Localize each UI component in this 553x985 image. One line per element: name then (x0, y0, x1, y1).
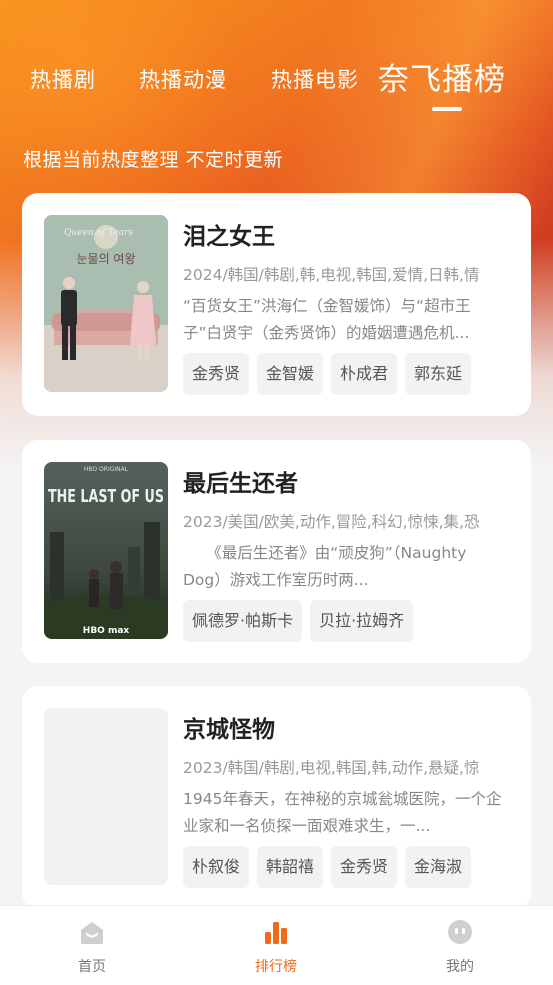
nav-home-label: 首页 (78, 959, 106, 975)
nav-profile[interactable]: 我的 (410, 918, 510, 976)
nav-home[interactable]: 首页 (42, 918, 142, 976)
show-description: 1945年春天，在神秘的京城瓮城医院，一个企业家和一名侦探一面艰难求生，一... (183, 790, 502, 835)
tab-hot-anime[interactable]: 热播动漫 (139, 64, 227, 94)
tab-hot-drama[interactable]: 热播剧 (30, 64, 96, 94)
show-card[interactable]: 눈물의 여왕 Queen of Tears 泪之女王 2024/韩国/韩剧,韩,… (22, 193, 531, 416)
bottom-navigation: 首页 排行榜 我的 (0, 905, 553, 985)
poster-image: HBO ORIGINAL THE LAST OF US HBO max (44, 462, 168, 639)
show-title: 泪之女王 (183, 224, 275, 250)
poster-brand-bottom: HBO max (83, 626, 130, 636)
show-meta: 2023/韩国/韩剧,电视,韩国,韩,动作,悬疑,惊 (183, 759, 480, 777)
cast-tags: 朴叙俊 韩韶禧 金秀贤 金海淑 (183, 846, 472, 888)
show-title: 最后生还者 (183, 471, 298, 497)
cast-tag[interactable]: 金秀贤 (331, 846, 398, 888)
poster-placeholder (44, 708, 168, 885)
poster-brand-top: HBO ORIGINAL (84, 466, 129, 473)
nav-ranking-label: 排行榜 (255, 959, 297, 975)
cast-tag[interactable]: 金秀贤 (183, 353, 250, 395)
show-card[interactable]: HBO ORIGINAL THE LAST OF US HBO max 最后生还… (22, 440, 531, 663)
show-description: 《最后生还者》由“顽皮狗”（Naughty Dog）游戏工作室历时两... (183, 544, 467, 589)
cast-tag[interactable]: 朴叙俊 (183, 846, 250, 888)
nav-ranking[interactable]: 排行榜 (226, 918, 326, 976)
poster-logo-text: Queen of Tears (64, 228, 133, 238)
cast-tag[interactable]: 朴成君 (331, 353, 398, 395)
poster-title-text: THE LAST OF US (48, 486, 164, 507)
cast-tags: 金秀贤 金智媛 朴成君 郭东延 (183, 353, 472, 395)
nav-profile-label: 我的 (446, 959, 474, 975)
ranking-icon (265, 922, 287, 944)
active-tab-indicator (432, 107, 462, 111)
cast-tags: 佩德罗·帕斯卡 贝拉·拉姆齐 (183, 600, 414, 642)
ranking-subtitle: 根据当前热度整理 不定时更新 (23, 149, 284, 171)
profile-icon (448, 920, 472, 944)
cast-tag[interactable]: 金智媛 (257, 353, 324, 395)
show-meta: 2023/美国/欧美,动作,冒险,科幻,惊悚,集,恐 (183, 513, 480, 531)
show-title: 京城怪物 (183, 717, 275, 743)
show-card[interactable]: 京城怪物 2023/韩国/韩剧,电视,韩国,韩,动作,悬疑,惊 1945年春天，… (22, 686, 531, 909)
cast-tag[interactable]: 韩韶禧 (257, 846, 324, 888)
show-meta: 2024/韩国/韩剧,韩,电视,韩国,爱情,日韩,情 (183, 266, 480, 284)
home-icon (81, 922, 103, 944)
cast-tag[interactable]: 金海淑 (405, 846, 472, 888)
poster-title-text: 눈물의 여왕 (76, 252, 135, 266)
top-tabs: 热播剧 热播动漫 热播电影 奈飞播榜 (0, 52, 553, 112)
tab-hot-movie[interactable]: 热播电影 (271, 64, 359, 94)
poster-image: 눈물의 여왕 Queen of Tears (44, 215, 168, 392)
tab-netflix-ranking[interactable]: 奈飞播榜 (378, 54, 506, 99)
show-description: “百货女王”洪海仁（金智媛饰）与“超市王子”白贤宇（金秀贤饰）的婚姻遭遇危机..… (183, 297, 471, 342)
cast-tag[interactable]: 郭东延 (405, 353, 472, 395)
cast-tag[interactable]: 贝拉·拉姆齐 (310, 600, 414, 642)
cast-tag[interactable]: 佩德罗·帕斯卡 (183, 600, 303, 642)
